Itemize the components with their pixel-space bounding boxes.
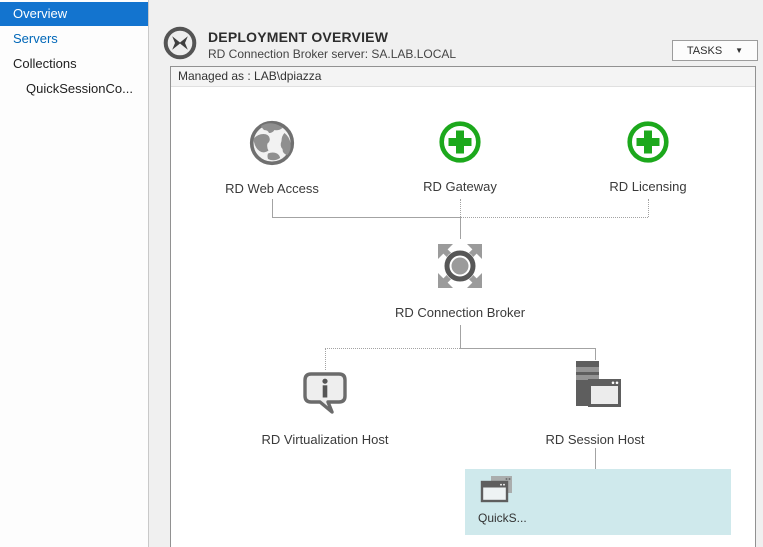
broker-expand-arrows-icon bbox=[433, 239, 487, 298]
connector-top-horizontal-dotted bbox=[460, 217, 648, 218]
dropdown-caret-icon: ▼ bbox=[735, 46, 744, 55]
connector-webaccess-vertical bbox=[272, 199, 273, 217]
sidebar-item-collections[interactable]: Collections bbox=[0, 52, 148, 76]
connector-to-broker-vertical bbox=[460, 217, 461, 239]
connector-from-broker-vertical bbox=[460, 325, 461, 348]
connector-bottom-horizontal-solid bbox=[460, 348, 595, 349]
page-title: DEPLOYMENT OVERVIEW bbox=[208, 29, 389, 45]
node-rd-gateway[interactable]: RD Gateway bbox=[380, 119, 540, 194]
node-rd-virtualization-host[interactable]: RD Virtualization Host bbox=[225, 370, 425, 447]
overlapping-windows-icon bbox=[478, 475, 518, 512]
deployment-diagram: RD Web Access RD Gateway RD Licensing RD… bbox=[171, 87, 755, 546]
node-label: RD Web Access bbox=[225, 181, 319, 196]
add-plus-icon bbox=[437, 119, 483, 170]
sidebar-item-quicksession[interactable]: QuickSessionCo... bbox=[0, 77, 148, 101]
main-panel: DEPLOYMENT OVERVIEW RD Connection Broker… bbox=[149, 0, 763, 547]
connector-licensing-vertical bbox=[648, 199, 649, 217]
info-bubble-icon bbox=[301, 370, 349, 419]
node-label: RD Connection Broker bbox=[394, 305, 526, 320]
node-label: RD Virtualization Host bbox=[261, 432, 389, 447]
node-rd-licensing[interactable]: RD Licensing bbox=[568, 119, 728, 194]
node-label: RD Gateway bbox=[423, 179, 497, 194]
rds-deployment-screen: Overview Servers Collections QuickSessio… bbox=[0, 0, 763, 547]
collection-quicksession-box[interactable]: QuickS... bbox=[465, 469, 731, 535]
managed-as-bar: Managed as : LAB\dpiazza bbox=[171, 67, 755, 87]
node-rd-web-access[interactable]: RD Web Access bbox=[192, 119, 352, 196]
sidebar-item-overview[interactable]: Overview bbox=[0, 2, 148, 26]
node-label: RD Licensing bbox=[609, 179, 687, 194]
collection-label: QuickS... bbox=[478, 511, 527, 525]
node-label: RD Session Host bbox=[545, 432, 645, 447]
connector-gateway-vertical bbox=[460, 199, 461, 217]
node-rd-connection-broker[interactable]: RD Connection Broker bbox=[360, 239, 560, 320]
connector-top-horizontal-solid bbox=[272, 217, 460, 218]
rds-logo-icon bbox=[163, 26, 197, 60]
tasks-button[interactable]: TASKS ▼ bbox=[672, 40, 758, 61]
deployment-box: Managed as : LAB\dpiazza RD Web Access R… bbox=[170, 66, 756, 547]
sidebar: Overview Servers Collections QuickSessio… bbox=[0, 0, 149, 547]
server-window-icon bbox=[567, 360, 623, 415]
add-plus-icon bbox=[625, 119, 671, 170]
page-subtitle: RD Connection Broker server: SA.LAB.LOCA… bbox=[208, 47, 457, 61]
node-rd-session-host[interactable]: RD Session Host bbox=[495, 360, 695, 447]
connector-virthost-vertical bbox=[325, 348, 326, 370]
globe-icon bbox=[248, 119, 296, 172]
connector-bottom-horizontal-dotted bbox=[325, 348, 460, 349]
connector-collection-vertical bbox=[595, 448, 596, 469]
tasks-button-label: TASKS bbox=[686, 44, 723, 57]
connector-sessionhost-vertical bbox=[595, 348, 596, 360]
sidebar-item-servers[interactable]: Servers bbox=[0, 27, 148, 51]
